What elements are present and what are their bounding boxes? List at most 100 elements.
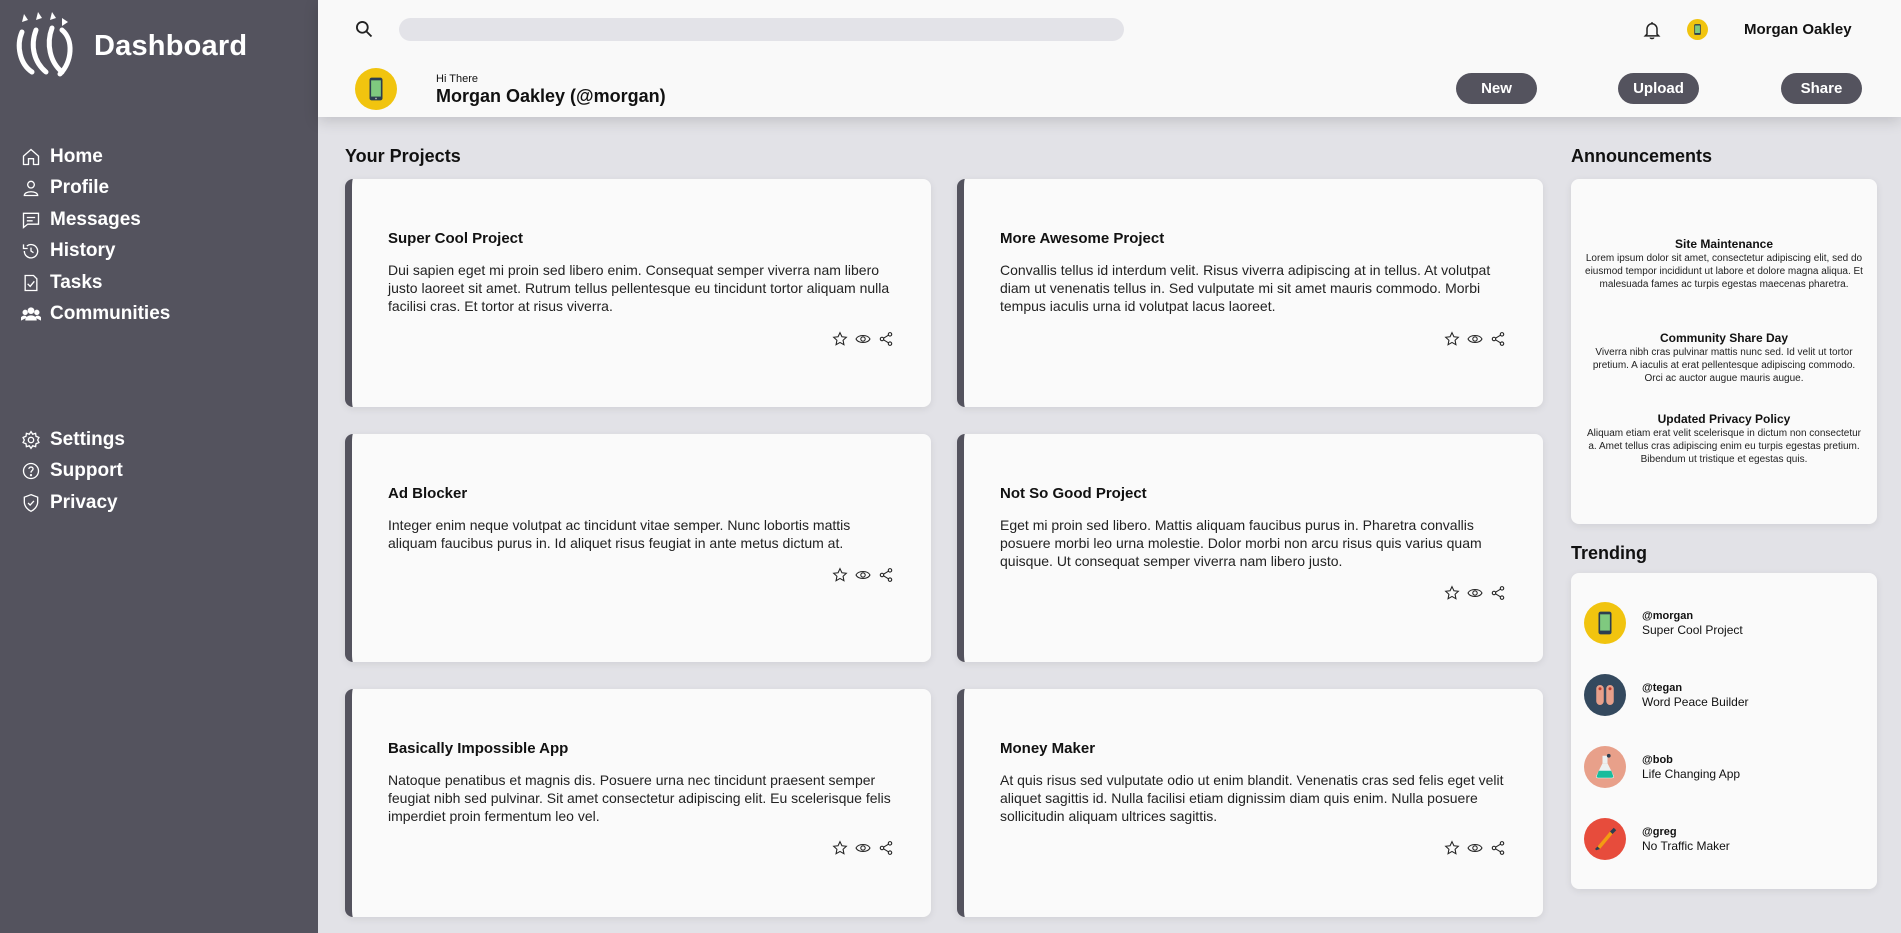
brand-logo[interactable]: [14, 6, 80, 78]
project-card[interactable]: Money Maker At quis risus sed vulputate …: [957, 689, 1543, 917]
search-input[interactable]: [399, 18, 1124, 41]
project-title: Super Cool Project: [388, 230, 524, 247]
trending-heading: Trending: [1571, 543, 1647, 563]
sidebar-item-support[interactable]: Support: [20, 456, 125, 488]
sidebar-item-privacy[interactable]: Privacy: [20, 487, 125, 519]
eye-icon[interactable]: [855, 840, 872, 857]
logo-icon: [16, 12, 73, 77]
eye-icon[interactable]: [1467, 585, 1484, 602]
eye-icon[interactable]: [1467, 331, 1484, 348]
announcement-body: Viverra nibh cras pulvinar mattis nunc s…: [1592, 347, 1856, 384]
sidebar-item-label: Communities: [50, 303, 171, 325]
trending-panel: @morgan Super Cool Project @tegan Word P…: [1571, 573, 1877, 889]
brush-icon: [1595, 827, 1617, 851]
project-actions: [1444, 585, 1507, 602]
star-icon[interactable]: [1444, 585, 1461, 602]
sidebar-item-label: Messages: [50, 208, 141, 230]
sidebar: Dashboard Home Profile Messages History …: [0, 0, 318, 933]
home-icon: [20, 146, 42, 168]
star-icon[interactable]: [1444, 331, 1461, 348]
sidebar-item-settings[interactable]: Settings: [20, 424, 125, 456]
sidebar-item-communities[interactable]: Communities: [20, 299, 170, 331]
sidebar-item-label: Support: [50, 460, 123, 482]
star-icon[interactable]: [832, 567, 849, 584]
project-card[interactable]: Not So Good Project Eget mi proin sed li…: [957, 434, 1543, 662]
header-avatar[interactable]: [1687, 19, 1708, 40]
project-title: Not So Good Project: [1000, 485, 1147, 502]
share-button[interactable]: Share: [1781, 73, 1862, 104]
sidebar-item-label: Tasks: [50, 271, 103, 293]
search-icon[interactable]: [354, 19, 374, 39]
sidebar-item-history[interactable]: History: [20, 236, 170, 268]
upload-button[interactable]: Upload: [1618, 73, 1699, 104]
share-icon[interactable]: [1490, 585, 1507, 602]
app-title: Dashboard: [94, 30, 248, 62]
project-card[interactable]: Ad Blocker Integer enim neque volutpat a…: [345, 434, 931, 662]
announcement-item[interactable]: Site Maintenance Lorem ipsum dolor sit a…: [1583, 237, 1865, 291]
sidebar-bottom-nav: Settings Support Privacy: [20, 424, 125, 519]
header-user-name[interactable]: Morgan Oakley: [1744, 21, 1852, 38]
trending-project: Life Changing App: [1642, 766, 1741, 781]
profile-avatar: [355, 68, 397, 110]
star-icon[interactable]: [832, 840, 849, 857]
trending-project: Super Cool Project: [1642, 622, 1743, 637]
eye-icon[interactable]: [855, 331, 872, 348]
eye-icon[interactable]: [855, 567, 872, 584]
eye-icon[interactable]: [1467, 840, 1484, 857]
trending-item[interactable]: @greg No Traffic Maker: [1584, 818, 1730, 860]
sidebar-item-profile[interactable]: Profile: [20, 173, 170, 205]
project-actions: [1444, 840, 1507, 857]
sidebar-item-messages[interactable]: Messages: [20, 204, 170, 236]
flask-icon: [1596, 753, 1614, 779]
project-title: More Awesome Project: [1000, 230, 1165, 247]
top-header: Morgan Oakley Hi There Morgan Oakley (@m…: [318, 0, 1901, 117]
trending-item[interactable]: @tegan Word Peace Builder: [1584, 674, 1749, 716]
sidebar-item-label: Settings: [50, 428, 125, 450]
share-icon[interactable]: [878, 840, 895, 857]
projects-heading: Your Projects: [345, 146, 461, 166]
trending-project: Word Peace Builder: [1642, 694, 1749, 709]
bell-icon[interactable]: [1642, 19, 1662, 41]
help-icon: [20, 460, 42, 482]
star-icon[interactable]: [1444, 840, 1461, 857]
trending-handle: @tegan: [1642, 681, 1683, 694]
sidebar-item-tasks[interactable]: Tasks: [20, 267, 170, 299]
sidebar-item-label: History: [50, 240, 116, 262]
project-actions: [832, 840, 895, 857]
share-icon[interactable]: [1490, 331, 1507, 348]
project-card[interactable]: Super Cool Project Dui sapien eget mi pr…: [345, 179, 931, 407]
sidebar-item-label: Privacy: [50, 491, 118, 513]
announcement-item[interactable]: Community Share Day Viverra nibh cras pu…: [1583, 331, 1865, 385]
project-title: Money Maker: [1000, 740, 1096, 757]
project-title: Basically Impossible App: [388, 740, 569, 757]
phone-icon: [1694, 24, 1701, 35]
sidebar-item-home[interactable]: Home: [20, 141, 170, 173]
project-actions: [832, 567, 895, 584]
star-icon[interactable]: [832, 331, 849, 348]
project-description: Convallis tellus id interdum velit. Risu…: [1000, 262, 1491, 314]
share-icon[interactable]: [878, 567, 895, 584]
trending-item[interactable]: @bob Life Changing App: [1584, 746, 1740, 788]
trending-handle: @bob: [1642, 753, 1673, 766]
sidebar-item-label: Profile: [50, 177, 110, 199]
announcement-body: Lorem ipsum dolor sit amet, consectetur …: [1585, 253, 1863, 290]
project-card[interactable]: Basically Impossible App Natoque penatib…: [345, 689, 931, 917]
project-description: Integer enim neque volutpat ac tincidunt…: [388, 517, 851, 551]
share-icon[interactable]: [1490, 840, 1507, 857]
shield-icon: [20, 492, 42, 514]
sidebar-main-nav: Home Profile Messages History Tasks Comm…: [20, 141, 170, 330]
sidebar-item-label: Home: [50, 145, 103, 167]
share-icon[interactable]: [878, 331, 895, 348]
new-button[interactable]: New: [1456, 73, 1537, 104]
trending-item[interactable]: @morgan Super Cool Project: [1584, 602, 1743, 644]
announcement-item[interactable]: Updated Privacy Policy Aliquam etiam era…: [1583, 412, 1865, 466]
trending-handle: @greg: [1642, 825, 1677, 838]
greeting-text: Hi There: [436, 73, 478, 85]
feet-icon: [1596, 685, 1614, 705]
project-card[interactable]: More Awesome Project Convallis tellus id…: [957, 179, 1543, 407]
project-description: Natoque penatibus et magnis dis. Posuere…: [388, 772, 891, 824]
communities-icon: [20, 303, 42, 325]
announcement-body: Aliquam etiam erat velit scelerisque in …: [1586, 428, 1862, 465]
project-actions: [1444, 331, 1507, 348]
phone-icon: [369, 77, 383, 101]
